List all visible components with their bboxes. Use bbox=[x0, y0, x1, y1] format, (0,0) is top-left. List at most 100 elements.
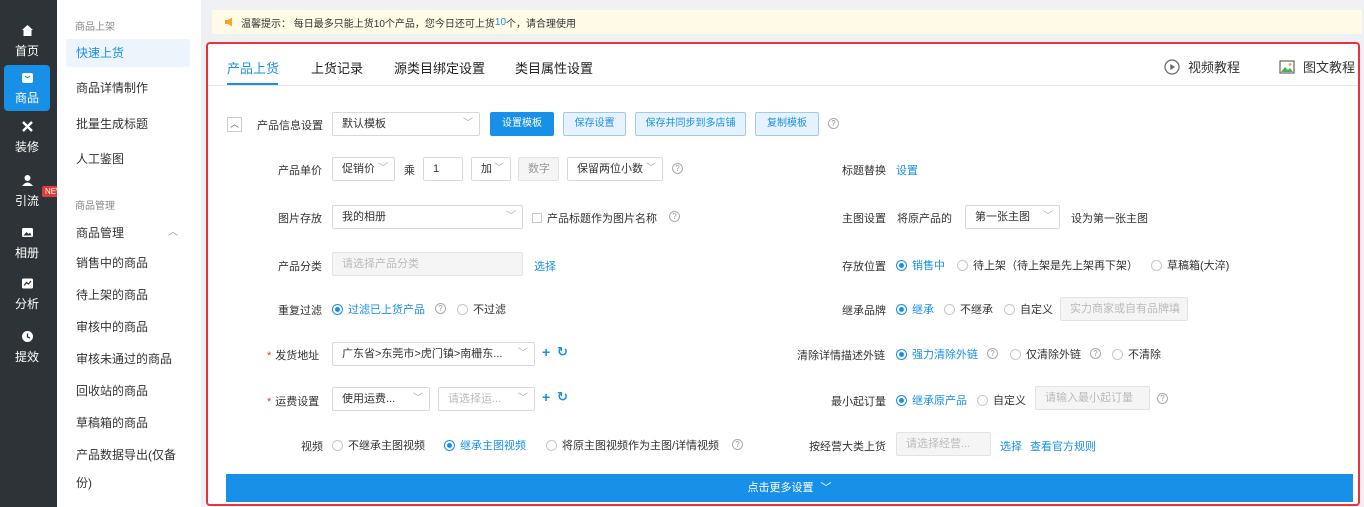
save-settings-button[interactable]: 保存设置 bbox=[563, 112, 626, 136]
sub-item-manage[interactable]: 商品管理 ︿ bbox=[66, 219, 190, 247]
chevron-down-icon: ﹀ bbox=[646, 163, 656, 174]
help-icon[interactable]: ? bbox=[732, 439, 743, 450]
nav-efficiency[interactable]: 提效 bbox=[4, 324, 50, 370]
brand-custom-radio[interactable]: 自定义 bbox=[1004, 301, 1053, 317]
help-icon[interactable]: ? bbox=[987, 348, 998, 359]
nav-home[interactable]: 首页 bbox=[4, 18, 50, 64]
brand-no-inherit-radio[interactable]: 不继承 bbox=[944, 301, 993, 317]
nav-goods[interactable]: 商品 bbox=[4, 65, 50, 111]
no-filter-radio[interactable]: 不过滤 bbox=[457, 301, 506, 317]
rounding-select[interactable]: 保留两位小数 ﹀ bbox=[567, 157, 663, 181]
freight-text: 运费设置 bbox=[275, 396, 320, 408]
sub-item-drafts[interactable]: 草稿箱的商品 bbox=[66, 409, 190, 437]
price-source-select[interactable]: 促销价 ﹀ bbox=[332, 157, 395, 181]
freight-label: * 运费设置 bbox=[267, 393, 319, 409]
save-sync-button[interactable]: 保存并同步到多店铺 bbox=[635, 112, 746, 136]
add-icon[interactable]: + bbox=[542, 344, 550, 360]
graphic-tutorial-label: 图文教程 bbox=[1303, 60, 1356, 75]
no-clear-radio[interactable]: 不清除 bbox=[1112, 346, 1161, 362]
category-input[interactable]: 请选择产品分类 bbox=[332, 252, 523, 276]
collapse-toggle[interactable]: ︿ bbox=[227, 117, 242, 132]
price-op-select[interactable]: 加 ﹀ bbox=[471, 157, 511, 181]
freight-select[interactable]: 使用运费... ﹀ bbox=[332, 387, 430, 411]
sub-item-pending[interactable]: 待上架的商品 bbox=[66, 281, 190, 309]
refresh-icon[interactable]: ↻ bbox=[557, 344, 568, 360]
template-select[interactable]: 默认模板 ﹀ bbox=[332, 112, 480, 136]
video-as-detail-radio[interactable]: 将原主图视频作为主图/详情视频 bbox=[546, 437, 719, 453]
album-icon bbox=[20, 226, 34, 240]
title-replace-link[interactable]: 设置 bbox=[896, 162, 918, 178]
ship-address-select[interactable]: 广东省>东莞市>虎门镇>南栅东... ﹀ bbox=[332, 342, 535, 366]
sub-item-quick-upload[interactable]: 快速上货 bbox=[66, 39, 190, 67]
title-as-image-name-checkbox[interactable]: 产品标题作为图片名称 bbox=[532, 210, 657, 226]
tab-source-category[interactable]: 源类目绑定设置 bbox=[394, 58, 485, 77]
sub-item-recycle[interactable]: 回收站的商品 bbox=[66, 377, 190, 405]
biz-category-select-link[interactable]: 选择 bbox=[1000, 438, 1022, 454]
add-icon[interactable]: + bbox=[542, 389, 550, 405]
nav-decorate[interactable]: 装修 bbox=[4, 114, 50, 160]
clear-strong-radio[interactable]: 强力清除外链 bbox=[896, 346, 978, 362]
tab-category-attributes[interactable]: 类目属性设置 bbox=[515, 58, 593, 77]
sub-item-on-sale[interactable]: 销售中的商品 bbox=[66, 249, 190, 277]
price-number-input[interactable]: 数字 bbox=[518, 157, 559, 181]
brand-inherit-radio[interactable]: 继承 bbox=[896, 301, 934, 317]
nav-analysis[interactable]: 分析 bbox=[4, 271, 50, 317]
min-order-label: 最小起订量 bbox=[831, 396, 886, 408]
sub-item-manual-check[interactable]: 人工鉴图 bbox=[66, 145, 190, 173]
tab-upload-records[interactable]: 上货记录 bbox=[311, 58, 363, 77]
sub-item-reviewing[interactable]: 审核中的商品 bbox=[66, 313, 190, 341]
speaker-icon bbox=[224, 17, 235, 27]
chevron-down-icon: ﹀ bbox=[518, 393, 528, 404]
filter-uploaded-radio[interactable]: 过滤已上货产品 bbox=[332, 301, 425, 317]
min-order-custom-radio[interactable]: 自定义 bbox=[977, 392, 1026, 408]
radio-dot bbox=[1004, 303, 1015, 315]
category-select-link[interactable]: 选择 bbox=[534, 258, 556, 274]
goods-icon bbox=[20, 71, 34, 85]
min-order-input[interactable]: 请输入最小起订量 bbox=[1035, 386, 1150, 410]
app-root: 首页 商品 装修 引流 NEW 相册 分析 提效 商品上架 快速上货 商品详情制… bbox=[0, 0, 1364, 507]
home-icon bbox=[20, 24, 34, 38]
active-tab-indicator bbox=[227, 83, 278, 85]
help-icon[interactable]: ? bbox=[1090, 348, 1101, 359]
help-icon[interactable]: ? bbox=[1157, 393, 1168, 404]
required-mark: * bbox=[267, 396, 272, 408]
clear-only-radio[interactable]: 仅清除外链 bbox=[1010, 346, 1081, 362]
video-no-inherit-radio[interactable]: 不继承主图视频 bbox=[332, 437, 425, 453]
video-tutorial-link[interactable]: 视频教程 bbox=[1164, 57, 1240, 76]
official-rules-link[interactable]: 查看官方规则 bbox=[1030, 438, 1096, 454]
storage-on-sale-radio[interactable]: 销售中 bbox=[896, 257, 945, 273]
sub-item-batch-title[interactable]: 批量生成标题 bbox=[66, 110, 190, 138]
nav-album[interactable]: 相册 bbox=[4, 220, 50, 266]
sub-item-manage-label: 商品管理 bbox=[76, 226, 125, 240]
set-template-button[interactable]: 设置模板 bbox=[490, 112, 554, 136]
main-image-select[interactable]: 第一张主图 ﹀ bbox=[965, 205, 1060, 229]
help-icon[interactable]: ? bbox=[828, 118, 839, 129]
price-factor-input[interactable]: 1 bbox=[423, 157, 463, 181]
help-icon[interactable]: ? bbox=[672, 163, 683, 174]
radio-dot bbox=[1010, 348, 1021, 360]
storage-label: 存放位置 bbox=[842, 261, 886, 273]
freight-template-select[interactable]: 请选择运... ﹀ bbox=[438, 387, 535, 411]
tab-product-upload[interactable]: 产品上货 bbox=[227, 58, 279, 77]
template-select-value: 默认模板 bbox=[342, 118, 386, 130]
brand-inherit-label: 继承 bbox=[912, 304, 934, 316]
video-inherit-radio[interactable]: 继承主图视频 bbox=[444, 437, 526, 453]
sub-item-rejected[interactable]: 审核未通过的商品 bbox=[66, 345, 190, 373]
help-icon[interactable]: ? bbox=[435, 303, 446, 314]
copy-template-button[interactable]: 复制模板 bbox=[755, 112, 819, 136]
refresh-icon[interactable]: ↻ bbox=[557, 389, 568, 405]
storage-drafts-radio[interactable]: 草稿箱(大淬) bbox=[1151, 257, 1229, 273]
help-icon[interactable]: ? bbox=[669, 211, 680, 222]
biz-category-input[interactable]: 请选择经营... bbox=[896, 432, 991, 456]
chevron-down-icon: ﹀ bbox=[378, 163, 388, 174]
no-clear-label: 不清除 bbox=[1128, 349, 1161, 361]
min-order-inherit-label: 继承原产品 bbox=[912, 395, 967, 407]
sub-item-export[interactable]: 产品数据导出(仅备份) bbox=[66, 441, 190, 490]
more-settings-button[interactable]: 点击更多设置 ﹀ bbox=[226, 474, 1353, 502]
storage-pending-radio[interactable]: 待上架（待上架是先上架再下架） bbox=[957, 257, 1138, 273]
sub-item-detail-make[interactable]: 商品详情制作 bbox=[66, 74, 190, 102]
image-store-select[interactable]: 我的相册 ﹀ bbox=[332, 205, 523, 229]
min-order-inherit-radio[interactable]: 继承原产品 bbox=[896, 392, 967, 408]
graphic-tutorial-link[interactable]: 图文教程 bbox=[1279, 57, 1355, 76]
brand-custom-input[interactable]: 实力商家或自有品牌填 bbox=[1060, 297, 1188, 321]
